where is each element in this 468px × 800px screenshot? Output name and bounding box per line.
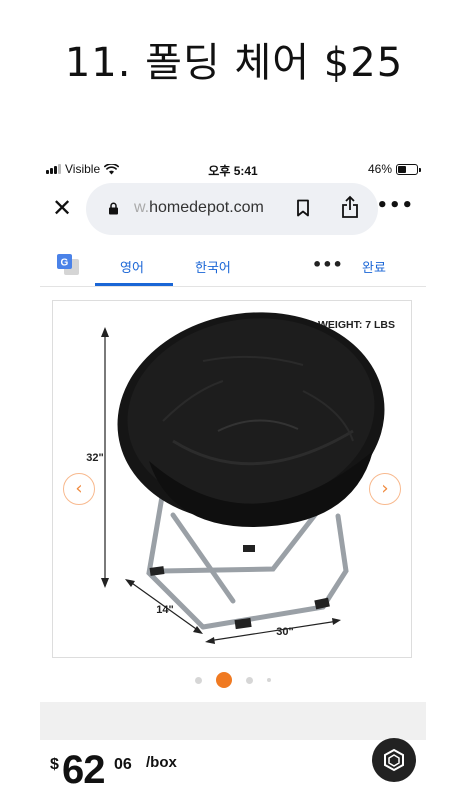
status-bar: Visible 오후 5:41 46% [40,160,426,180]
close-icon[interactable]: ✕ [52,194,72,222]
battery-icon [396,163,421,175]
depth-dimension-label: 14" [156,604,173,616]
share-icon[interactable] [341,195,359,219]
lock-icon [109,202,118,215]
chair-image: 32" 14" 30" [86,312,385,644]
carousel-dot[interactable] [195,676,202,684]
url-domain: homedepot.com [149,199,264,216]
bookmark-icon[interactable] [296,199,310,217]
translate-bar: G 영어 한국어 ••• 완료 [40,245,426,287]
svg-text:G: G [61,258,69,269]
content-divider-band [40,702,426,740]
battery-percent: 46% [367,162,392,176]
carousel-dot-active[interactable] [216,672,232,688]
status-right: 46% [367,162,421,176]
next-image-button[interactable]: › [369,473,401,505]
carousel-pagination [40,670,426,690]
product-image-gallery[interactable]: WEIGHT: 7 LBS 32" 14" 30" ‹ › [52,300,412,658]
price-cents: 06 [114,756,132,773]
price-currency: $ [50,756,59,773]
hexagon-icon [384,748,404,772]
height-dimension-label: 32" [86,452,103,464]
translate-more-button[interactable]: ••• [312,255,343,274]
more-menu-button[interactable]: ••• [376,195,414,216]
address-bar[interactable]: w.homedepot.com [86,183,378,235]
price-unit: /box [146,754,177,771]
price-whole: 62 [62,748,105,792]
url-prefix: w. [134,199,150,216]
carousel-dot[interactable] [246,676,253,684]
assistant-fab-button[interactable] [372,738,416,782]
battery-fill [398,165,407,173]
active-tab-indicator [95,283,173,286]
url-text[interactable]: w.homedepot.com [134,199,264,217]
google-translate-icon[interactable]: G [56,253,80,277]
phone-screenshot: Visible 오후 5:41 46% ✕ w.homedepot.com ••… [40,150,426,800]
page-caption: 11. 폴딩 체어 $25 [64,40,404,86]
chevron-right-icon: › [381,478,389,499]
width-dimension-label: 30" [276,626,293,638]
translate-done-button[interactable]: 완료 [362,257,386,276]
previous-image-button[interactable]: ‹ [63,473,95,505]
tab-source-language[interactable]: 영어 [120,257,144,276]
carousel-dot[interactable] [267,678,271,682]
tab-target-language[interactable]: 한국어 [195,257,231,276]
chevron-left-icon: ‹ [75,478,83,499]
browser-toolbar: ✕ w.homedepot.com ••• [40,183,426,235]
